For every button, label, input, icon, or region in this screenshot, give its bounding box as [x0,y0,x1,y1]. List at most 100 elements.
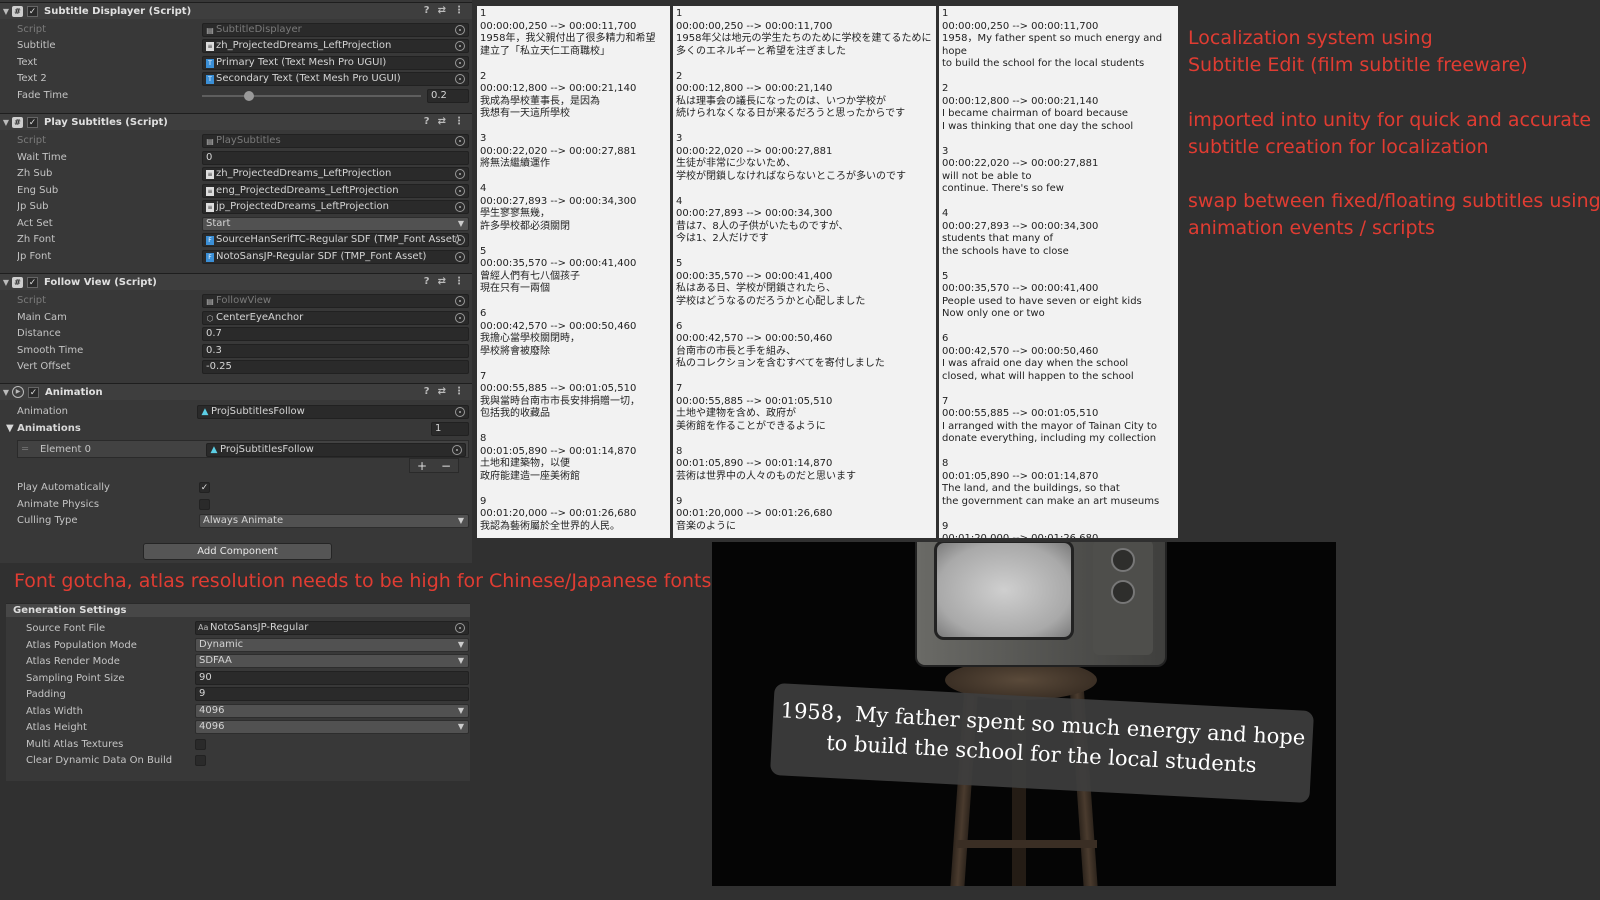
eng-sub-field[interactable]: ≡ eng_ProjectedDreams_LeftProjection [202,183,469,198]
subtitle-cue: 6 00:00:42,570 --> 00:00:50,460 我擔心當學校關閉… [480,308,637,357]
text2-field[interactable]: T Secondary Text (Text Mesh Pro UGUI) [202,71,469,86]
jp-sub-field[interactable]: ≡ jp_ProjectedDreams_LeftProjection [202,199,469,214]
kebab-menu-icon[interactable]: ⋮ [454,386,464,397]
distance-input[interactable]: 0.7 [202,326,469,341]
object-picker-icon[interactable] [455,40,465,51]
field-value: Always Animate [203,514,284,526]
presets-icon[interactable]: ⇄ [438,386,446,397]
object-picker-icon [455,135,465,146]
slider-track[interactable] [202,94,421,97]
field-value: Start [206,217,231,229]
component-enabled-checkbox[interactable]: ✓ [27,5,38,17]
fade-time-slider[interactable]: 0.2 [202,88,469,103]
help-icon[interactable]: ? [424,386,430,397]
kebab-menu-icon[interactable]: ⋮ [454,116,464,127]
field-value: PlaySubtitles [216,134,281,146]
culling-type-dropdown[interactable]: Always Animate ▼ [199,513,469,528]
object-picker-icon[interactable] [455,168,465,179]
zh-sub-field[interactable]: ≡ zh_ProjectedDreams_LeftProjection [202,166,469,181]
kebab-menu-icon[interactable]: ⋮ [454,276,464,287]
element-label[interactable]: ═ Element 0 [22,444,206,455]
object-picker-icon[interactable] [455,73,465,84]
component-enabled-checkbox[interactable]: ✓ [27,116,38,128]
help-icon[interactable]: ? [424,276,430,287]
jp-font-field[interactable]: F NotoSansJP-Regular SDF (TMP_Font Asset) [202,249,469,264]
act-set-dropdown[interactable]: Start ▼ [202,216,469,231]
subtitle-column-en: 1 00:00:00,250 --> 00:00:11,700 1958，My … [939,6,1178,538]
field-label: Script [17,135,47,146]
field-value: 4096 [199,721,225,732]
main-cam-field[interactable]: ⬡ CenterEyeAnchor [202,310,469,325]
object-picker-icon[interactable] [455,57,465,68]
element-clip-field[interactable]: ▲ ProjSubtitlesFollow [206,442,466,457]
source-font-field[interactable]: Aa NotoSansJP-Regular [195,621,469,635]
field-label: Text [17,57,38,68]
field-row-text2: Text 2 T Secondary Text (Text Mesh Pro UG… [17,71,469,86]
field-row-culling-type: Culling Type Always Animate ▼ [17,513,469,528]
animations-list-header[interactable]: ▼ Animations 1 [6,421,469,436]
play-subtitles-header[interactable]: ▼ # ✓ Play Subtitles (Script) ? ⇄ ⋮ [0,113,472,130]
tv-icon [915,542,1167,667]
field-label: Main Cam [17,312,67,323]
help-icon[interactable]: ? [424,116,430,127]
object-picker-icon[interactable] [455,185,465,196]
object-picker-icon[interactable] [455,312,465,323]
component-enabled-checkbox[interactable]: ✓ [28,386,39,398]
animation-clip-field[interactable]: ▲ ProjSubtitlesFollow [197,404,469,419]
remove-element-button[interactable]: − [441,459,451,473]
help-icon[interactable]: ? [424,5,430,16]
object-picker-icon[interactable] [455,623,465,633]
atlas-height-dropdown[interactable]: 4096 ▼ [195,720,469,734]
object-picker-icon[interactable] [455,234,465,245]
text-asset-icon: ≡ [206,186,214,196]
drag-handle-icon[interactable]: ═ [22,444,28,455]
object-picker-icon [455,24,465,35]
object-picker-icon[interactable] [452,444,462,455]
vert-offset-input[interactable]: -0.25 [202,359,469,374]
foldout-arrow-icon[interactable]: ▼ [0,118,12,127]
wait-time-input[interactable]: 0 [202,150,469,165]
add-element-button[interactable]: + [417,459,427,473]
slider-thumb[interactable] [243,90,254,101]
foldout-arrow-icon[interactable]: ▼ [0,278,12,287]
subtitle-cue: 4 00:00:27,893 --> 00:00:34,300 學生寥寥無幾， … [480,183,637,232]
atlas-population-dropdown[interactable]: Dynamic ▼ [195,638,469,652]
object-picker-icon[interactable] [455,201,465,212]
floating-subtitle: 1958，My father spent so much energy and … [769,682,1315,804]
subtitle-displayer-header[interactable]: ▼ # ✓ Subtitle Displayer (Script) ? ⇄ ⋮ [0,2,472,19]
annotation-line: Localization system using [1188,27,1433,49]
annotation-line: swap between fixed/floating subtitles us… [1188,190,1600,212]
presets-icon[interactable]: ⇄ [438,116,446,127]
kebab-menu-icon[interactable]: ⋮ [454,5,464,16]
object-picker-icon[interactable] [455,251,465,262]
field-row-source-font: Source Font File Aa NotoSansJP-Regular [26,621,469,635]
foldout-arrow-icon[interactable]: ▼ [0,7,12,16]
follow-view-header[interactable]: ▼ # ✓ Follow View (Script) ? ⇄ ⋮ [0,273,472,290]
animations-size-input[interactable]: 1 [431,421,469,436]
animation-header[interactable]: ▼ ▶ ✓ Animation ? ⇄ ⋮ [0,383,472,400]
fade-time-input[interactable]: 0.2 [427,88,469,103]
add-component-button[interactable]: Add Component [143,543,332,560]
field-label: Distance [17,328,61,339]
clear-dynamic-checkbox[interactable] [195,754,206,766]
object-picker-icon[interactable] [455,406,465,417]
animate-physics-checkbox[interactable] [199,499,210,510]
animation-icon: ▶ [12,386,24,398]
play-automatically-checkbox[interactable]: ✓ [199,482,210,493]
foldout-arrow-icon[interactable]: ▼ [0,388,12,397]
subtitle-field[interactable]: ≡ zh_ProjectedDreams_LeftProjection [202,38,469,53]
text-field[interactable]: T Primary Text (Text Mesh Pro UGUI) [202,55,469,70]
tv-knob-icon [1111,580,1135,604]
atlas-render-dropdown[interactable]: SDFAA ▼ [195,654,469,668]
smooth-time-input[interactable]: 0.3 [202,343,469,358]
chevron-down-icon: ▼ [457,722,464,731]
presets-icon[interactable]: ⇄ [438,276,446,287]
padding-input[interactable]: 9 [195,687,469,701]
atlas-width-dropdown[interactable]: 4096 ▼ [195,704,469,718]
animations-foldout[interactable]: ▼ Animations [6,423,431,434]
presets-icon[interactable]: ⇄ [438,5,446,16]
multi-atlas-checkbox[interactable] [195,738,206,750]
component-enabled-checkbox[interactable]: ✓ [27,276,38,288]
zh-font-field[interactable]: F SourceHanSerifTC-Regular SDF (TMP_Font … [202,232,469,247]
sampling-size-input[interactable]: 90 [195,671,469,685]
